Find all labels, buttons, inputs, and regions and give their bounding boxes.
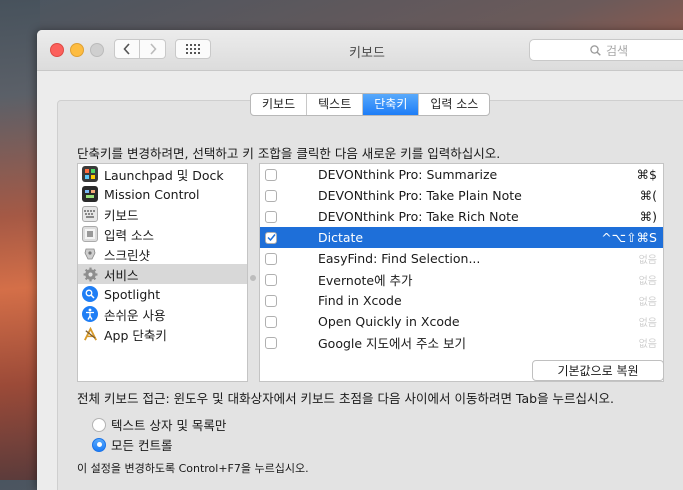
shortcut-checkbox[interactable] bbox=[265, 210, 277, 223]
category-spotlight[interactable]: Spotlight bbox=[78, 284, 247, 304]
tab-text[interactable]: 텍스트 bbox=[307, 94, 364, 115]
shortcut-key[interactable]: 없음 bbox=[547, 251, 657, 266]
shortcut-row[interactable]: Google 지도에서 주소 보기 없음 bbox=[260, 332, 663, 353]
mission-control-icon bbox=[82, 186, 98, 202]
category-label: Launchpad 및 Dock bbox=[104, 167, 224, 183]
shortcut-row[interactable]: DEVONthink Pro: Summarize ⌘$ bbox=[260, 164, 663, 185]
input-sources-icon bbox=[82, 226, 98, 242]
keyboard-preferences-window: 키보드 검색 키보드 텍스트 단축키 입력 소스 단축키를 변경하려면, 선택하… bbox=[37, 30, 683, 490]
category-label: Spotlight bbox=[104, 286, 161, 302]
shortcut-checkbox-checked[interactable] bbox=[265, 231, 277, 244]
shortcut-checkbox[interactable] bbox=[265, 336, 277, 349]
screenshot-icon bbox=[82, 246, 98, 262]
shortcut-name: EasyFind: Find Selection... bbox=[318, 251, 481, 266]
radio-button-selected[interactable] bbox=[92, 437, 106, 452]
shortcut-name: DEVONthink Pro: Summarize bbox=[318, 167, 498, 182]
desktop-background bbox=[0, 0, 40, 480]
shortcut-key[interactable]: 없음 bbox=[547, 293, 657, 308]
category-keyboard[interactable]: 키보드 bbox=[78, 204, 247, 224]
accessibility-icon bbox=[82, 306, 98, 322]
search-icon bbox=[590, 44, 601, 56]
search-placeholder: 검색 bbox=[605, 43, 629, 58]
shortcut-name: Dictate bbox=[318, 230, 364, 245]
category-label: 키보드 bbox=[104, 207, 139, 223]
shortcut-row[interactable]: DEVONthink Pro: Take Rich Note ⌘) bbox=[260, 206, 663, 227]
keyboard-icon bbox=[82, 206, 98, 222]
shortcut-checkbox[interactable] bbox=[265, 252, 277, 265]
app-shortcuts-icon bbox=[82, 326, 98, 342]
category-input-sources[interactable]: 입력 소스 bbox=[78, 224, 247, 244]
category-label: 서비스 bbox=[104, 267, 139, 283]
shortcut-row[interactable]: DEVONthink Pro: Take Plain Note ⌘( bbox=[260, 185, 663, 206]
category-label: App 단축키 bbox=[104, 327, 167, 343]
shortcut-checkbox[interactable] bbox=[265, 315, 277, 328]
category-services[interactable]: 서비스 bbox=[78, 264, 247, 284]
launchpad-icon bbox=[82, 166, 98, 182]
tab-input-sources[interactable]: 입력 소스 bbox=[419, 94, 489, 115]
spotlight-icon bbox=[82, 286, 98, 302]
shortcut-key[interactable]: ⌘$ bbox=[547, 167, 657, 182]
category-accessibility[interactable]: 손쉬운 사용 bbox=[78, 304, 247, 324]
shortcut-key[interactable]: ⌘) bbox=[547, 209, 657, 224]
shortcut-checkbox[interactable] bbox=[265, 168, 277, 181]
shortcut-checkbox[interactable] bbox=[265, 273, 277, 286]
shortcut-row[interactable]: EasyFind: Find Selection... 없음 bbox=[260, 248, 663, 269]
search-field[interactable]: 검색 bbox=[529, 39, 683, 61]
shortcut-checkbox[interactable] bbox=[265, 294, 277, 307]
shortcut-row[interactable]: Find in Xcode 없음 bbox=[260, 290, 663, 311]
category-mission-control[interactable]: Mission Control bbox=[78, 184, 247, 204]
category-launchpad-dock[interactable]: Launchpad 및 Dock bbox=[78, 164, 247, 184]
shortcut-name: Open Quickly in Xcode bbox=[318, 314, 460, 329]
shortcut-key[interactable]: 없음 bbox=[547, 272, 657, 287]
tab-bar: 키보드 텍스트 단축키 입력 소스 bbox=[250, 93, 491, 116]
shortcut-checkbox[interactable] bbox=[265, 189, 277, 202]
shortcut-name: DEVONthink Pro: Take Rich Note bbox=[318, 209, 519, 224]
shortcut-key[interactable]: 없음 bbox=[547, 335, 657, 350]
category-label: 스크린샷 bbox=[104, 247, 151, 263]
shortcut-row-selected[interactable]: Dictate ^⌥⇧⌘S bbox=[260, 227, 663, 248]
category-label: Mission Control bbox=[104, 186, 200, 202]
radio-label: 모든 컨트롤 bbox=[111, 438, 173, 453]
tab-keyboard[interactable]: 키보드 bbox=[251, 94, 308, 115]
shortcut-name: Find in Xcode bbox=[318, 293, 402, 308]
shortcut-name: Evernote에 추가 bbox=[318, 273, 413, 288]
instruction-text: 단축키를 변경하려면, 선택하고 키 조합을 클릭한 다음 새로운 키를 입력하… bbox=[77, 146, 501, 161]
split-view-handle[interactable] bbox=[250, 275, 256, 281]
restore-defaults-button[interactable]: 기본값으로 복원 bbox=[532, 360, 664, 381]
shortcut-list: DEVONthink Pro: Summarize ⌘$ DEVONthink … bbox=[259, 163, 664, 382]
category-app-shortcuts[interactable]: App 단축키 bbox=[78, 324, 247, 344]
shortcut-name: DEVONthink Pro: Take Plain Note bbox=[318, 188, 522, 203]
category-list: Launchpad 및 Dock Mission Control 키보드 입력 … bbox=[77, 163, 248, 382]
shortcut-row[interactable]: Evernote에 추가 없음 bbox=[260, 269, 663, 290]
radio-button[interactable] bbox=[92, 417, 106, 432]
keyboard-access-label: 전체 키보드 접근: 윈도우 및 대화상자에서 키보드 초점을 다음 사이에서 … bbox=[77, 391, 615, 406]
shortcut-name: Google 지도에서 주소 보기 bbox=[318, 336, 467, 351]
keyboard-access-note: 이 설정을 변경하도록 Control+F7을 누르십시오. bbox=[77, 462, 309, 475]
shortcut-row[interactable]: Open Quickly in Xcode 없음 bbox=[260, 311, 663, 332]
radio-all-controls[interactable]: 모든 컨트롤 bbox=[92, 435, 172, 454]
category-label: 손쉬운 사용 bbox=[104, 307, 166, 323]
category-label: 입력 소스 bbox=[104, 227, 154, 243]
shortcut-key[interactable]: 없음 bbox=[547, 314, 657, 329]
shortcut-key[interactable]: ⌘( bbox=[547, 188, 657, 203]
checkmark-icon bbox=[266, 234, 276, 242]
title-bar: 키보드 검색 bbox=[37, 30, 683, 71]
tab-shortcuts[interactable]: 단축키 bbox=[363, 94, 420, 115]
services-gear-icon bbox=[82, 266, 98, 282]
radio-text-boxes-lists[interactable]: 텍스트 상자 및 목록만 bbox=[92, 415, 226, 434]
category-screenshots[interactable]: 스크린샷 bbox=[78, 244, 247, 264]
radio-label: 텍스트 상자 및 목록만 bbox=[111, 418, 227, 433]
shortcut-key[interactable]: ^⌥⇧⌘S bbox=[547, 230, 657, 245]
